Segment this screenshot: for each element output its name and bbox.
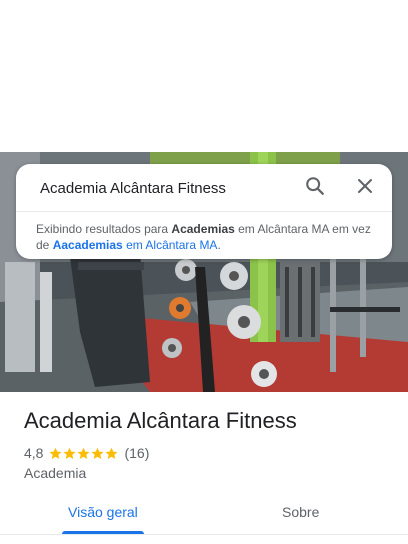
star-icon [105, 447, 119, 459]
rating-row: 4,8 (16) [24, 444, 149, 462]
search-card: Exibindo resultados para Academias em Al… [16, 164, 392, 259]
star-icon [91, 447, 105, 459]
star-icon [49, 447, 63, 459]
close-icon [356, 177, 374, 200]
suggestion-prefix: Exibindo resultados para [36, 222, 172, 236]
tabs-divider [0, 534, 408, 535]
original-query-link[interactable]: Aacademias em Alcântara MA [53, 238, 218, 252]
reviews-count-link[interactable]: (16) [124, 445, 149, 461]
place-category[interactable]: Academia [24, 465, 86, 481]
suggestion-suffix: em Alcântara MA [122, 238, 218, 252]
search-input[interactable] [40, 178, 290, 198]
close-button[interactable] [352, 175, 378, 201]
tab-about[interactable]: Sobre [282, 504, 319, 520]
suggestion-term-original: Aacademias [52, 238, 123, 252]
spelling-suggestion: Exibindo resultados para Academias em Al… [36, 221, 376, 253]
star-icon [77, 447, 91, 459]
star-icon [63, 447, 77, 459]
rating-stars [49, 447, 119, 460]
suggestion-end: . [217, 238, 221, 252]
rating-value: 4,8 [24, 445, 44, 461]
search-button[interactable] [302, 175, 328, 201]
search-divider [16, 211, 392, 212]
place-title: Academia Alcântara Fitness [24, 408, 297, 433]
search-bar [16, 164, 392, 211]
suggestion-term-shown: Academias [171, 222, 235, 236]
search-icon [304, 175, 326, 202]
tab-overview[interactable]: Visão geral [68, 504, 138, 520]
